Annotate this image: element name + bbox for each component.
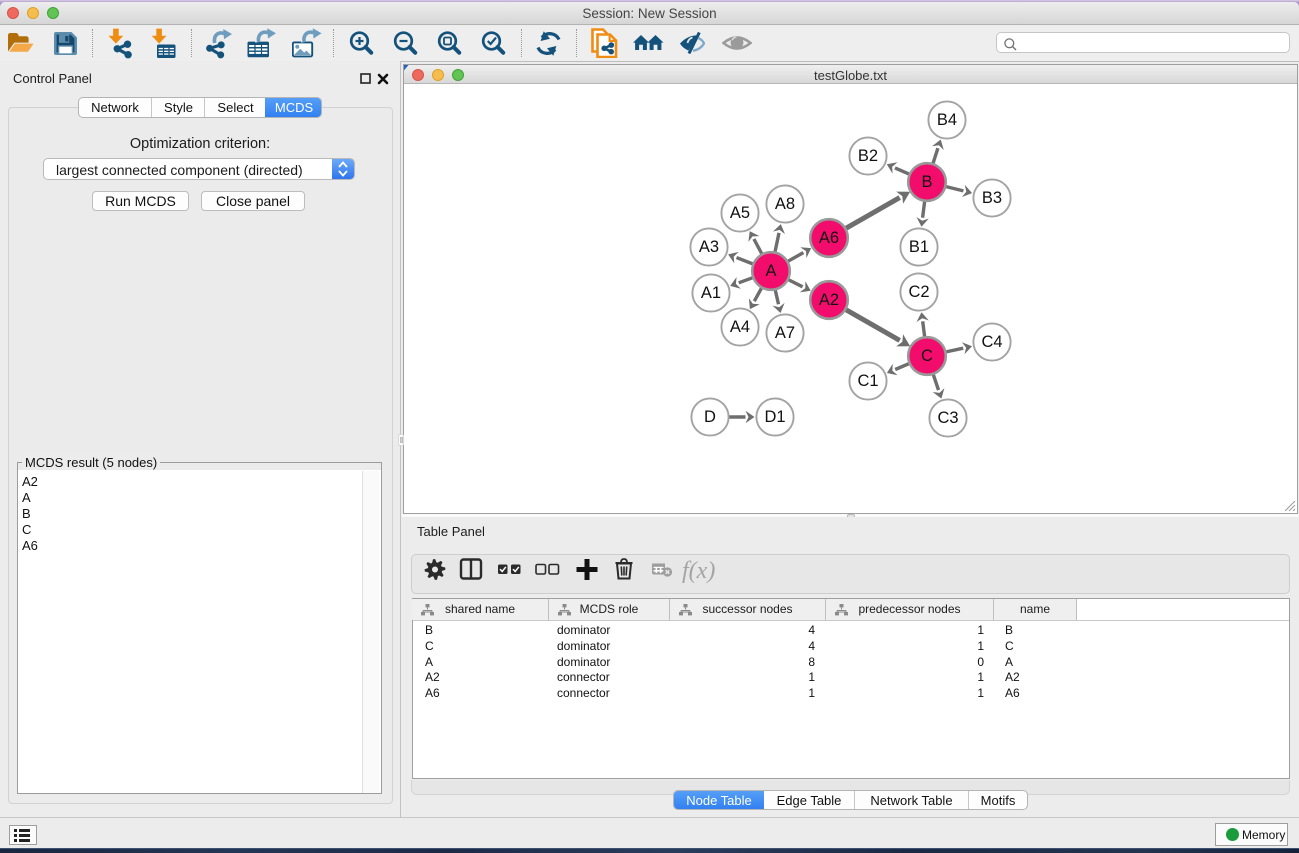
svg-text:A6: A6 xyxy=(819,229,839,247)
svg-text:B: B xyxy=(921,173,932,191)
svg-text:C3: C3 xyxy=(937,409,958,427)
svg-text:C: C xyxy=(921,347,933,365)
svg-text:A1: A1 xyxy=(701,284,721,302)
svg-text:A: A xyxy=(765,262,776,280)
svg-text:A2: A2 xyxy=(819,291,839,309)
svg-text:C2: C2 xyxy=(908,283,929,301)
svg-text:C1: C1 xyxy=(857,372,878,390)
svg-text:A8: A8 xyxy=(775,195,795,213)
svg-text:A3: A3 xyxy=(699,238,719,256)
svg-text:B1: B1 xyxy=(909,238,929,256)
svg-text:D1: D1 xyxy=(764,408,785,426)
svg-text:D: D xyxy=(704,408,716,426)
svg-text:A5: A5 xyxy=(730,204,750,222)
svg-text:B2: B2 xyxy=(858,147,878,165)
svg-text:C4: C4 xyxy=(981,333,1002,351)
svg-text:A4: A4 xyxy=(730,318,750,336)
svg-text:A7: A7 xyxy=(775,324,795,342)
svg-text:B3: B3 xyxy=(982,189,1002,207)
svg-text:B4: B4 xyxy=(937,111,957,129)
